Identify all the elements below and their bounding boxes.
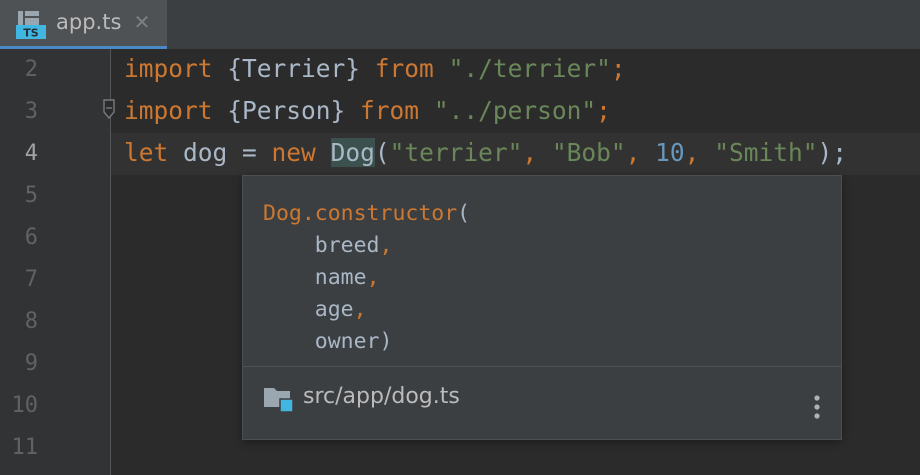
line-number: 5: [24, 183, 38, 208]
line-number: 10: [11, 393, 39, 418]
comma: ,: [625, 138, 656, 167]
constructor-signature: Dog.constructor( breed, name, age, owner…: [263, 198, 470, 358]
param-separator: ,: [366, 265, 380, 290]
line-number: 6: [24, 225, 38, 250]
close-paren: );: [817, 138, 847, 167]
param-owner: owner: [314, 329, 380, 354]
popup-footer: src/app/dog.ts: [243, 367, 841, 439]
comma: ,: [522, 138, 552, 167]
fold-marker-icon[interactable]: [102, 98, 118, 120]
keyword: from: [374, 54, 434, 83]
signature-open-paren: (: [457, 201, 471, 226]
code-line-4[interactable]: let dog = new Dog("terrier", "Bob", 10, …: [124, 138, 847, 168]
tab-app-ts[interactable]: TS app.ts ✕: [0, 0, 167, 49]
current-line-number: 4: [24, 141, 38, 166]
signature-name: Dog.constructor: [263, 201, 458, 226]
source-path-link[interactable]: src/app/dog.ts: [303, 383, 460, 411]
keyword: from: [360, 96, 420, 125]
string-literal: "./terrier": [448, 54, 611, 83]
param-age: age: [314, 297, 354, 322]
import-specifier: {Terrier}: [212, 54, 375, 83]
keyword: import: [124, 96, 213, 125]
keyword: new: [271, 138, 316, 167]
string-literal: "../person": [433, 96, 597, 125]
import-specifier: {Person}: [212, 96, 361, 125]
line-number-gutter: 2 3 4 5 6 7 8 9 10 11: [0, 49, 110, 475]
param-name: name: [314, 265, 367, 290]
more-vertical-icon[interactable]: [805, 393, 829, 423]
keyword: import: [124, 54, 213, 83]
open-paren: (: [374, 138, 390, 167]
signature-close-paren: ): [379, 329, 393, 354]
line-number: 3: [24, 99, 38, 124]
line-number: 2: [24, 57, 38, 82]
code-line-3[interactable]: import {Person} from "../person";: [124, 96, 611, 126]
code-line-2[interactable]: import {Terrier} from "./terrier";: [124, 54, 626, 84]
param-breed: breed: [314, 233, 380, 258]
comma: ,: [684, 138, 715, 167]
keyword: let: [124, 138, 169, 167]
argument-age: 10: [655, 138, 685, 167]
parameter-info-popup: Dog.constructor( breed, name, age, owner…: [242, 175, 842, 440]
param-separator: ,: [353, 297, 367, 322]
folder-icon: [264, 388, 294, 413]
typescript-file-icon: TS: [16, 11, 46, 40]
line-number: 9: [24, 351, 38, 376]
editor-tab-bar: TS app.ts ✕: [0, 0, 920, 49]
line-number: 11: [11, 435, 39, 460]
class-identifier[interactable]: Dog: [330, 138, 375, 167]
argument-name: "Bob": [551, 138, 626, 167]
argument-breed: "terrier": [389, 138, 523, 167]
line-number: 7: [24, 267, 38, 292]
argument-owner: "Smith": [714, 138, 818, 167]
close-icon[interactable]: ✕: [132, 11, 152, 33]
semicolon: ;: [610, 54, 626, 83]
tab-label: app.ts: [56, 10, 122, 34]
param-separator: ,: [379, 233, 393, 258]
variable-declaration: dog =: [168, 138, 272, 167]
typescript-icon-text: TS: [23, 27, 39, 40]
semicolon: ;: [596, 96, 611, 125]
line-number: 8: [24, 309, 38, 334]
